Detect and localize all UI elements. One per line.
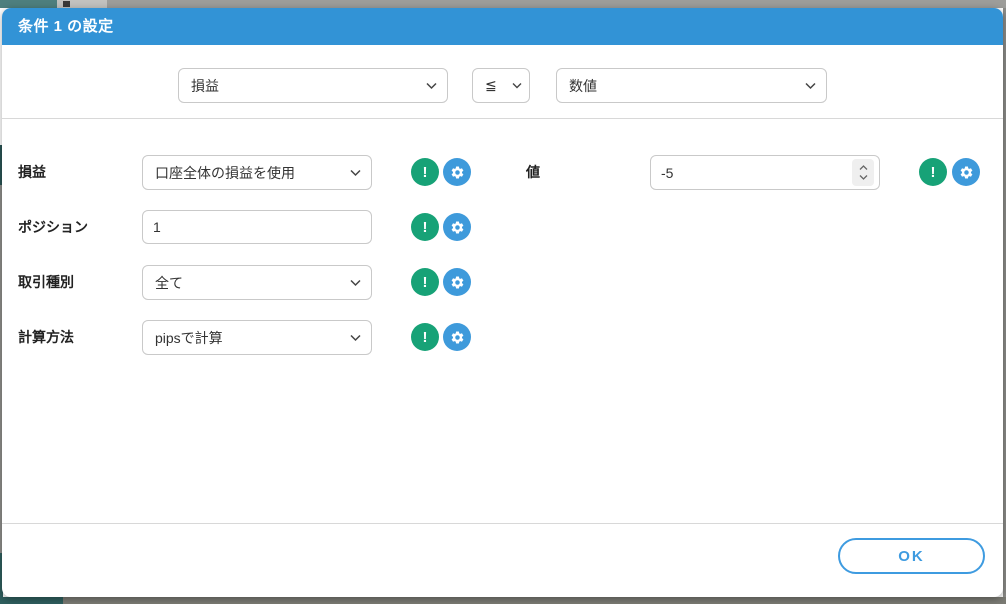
trade-type-info-button[interactable]: ! — [411, 268, 439, 296]
value-settings-button[interactable] — [952, 158, 980, 186]
value-input-wrap — [650, 155, 880, 190]
exclamation-icon: ! — [422, 328, 428, 346]
profit-loss-select-value: 口座全体の損益を使用 — [155, 164, 295, 181]
gear-icon — [960, 165, 972, 178]
chevron-up-icon — [859, 165, 867, 170]
value-label: 値 — [526, 164, 540, 180]
chevron-down-icon — [805, 82, 816, 90]
profit-loss-select[interactable]: 口座全体の損益を使用 — [142, 155, 372, 190]
chevron-down-icon — [512, 82, 522, 89]
trade-type-settings-button[interactable] — [443, 268, 471, 296]
chevron-down-icon — [350, 334, 361, 342]
position-info-button[interactable]: ! — [411, 213, 439, 241]
exclamation-icon: ! — [422, 163, 428, 181]
condition-settings-dialog: 条件 1 の設定 損益 ≦ 数値 損益 口座全体の損益を使用 ! 値 -5 ! … — [2, 8, 1003, 597]
condition-target-select-value: 損益 — [191, 77, 219, 94]
header-section-divider — [2, 118, 1003, 119]
background-app-bottom-strip — [0, 597, 1006, 604]
ok-button[interactable]: OK — [838, 538, 985, 574]
gear-icon — [451, 165, 463, 178]
exclamation-icon: ! — [422, 218, 428, 236]
screen: 条件 1 の設定 損益 ≦ 数値 損益 口座全体の損益を使用 ! 値 -5 ! … — [0, 0, 1006, 604]
calc-method-settings-button[interactable] — [443, 323, 471, 351]
calc-method-select-value: pipsで計算 — [155, 329, 223, 346]
condition-compare-select-value: 数値 — [569, 77, 597, 94]
trade-type-label: 取引種別 — [18, 274, 74, 290]
value-info-button[interactable]: ! — [919, 158, 947, 186]
profit-loss-info-button[interactable]: ! — [411, 158, 439, 186]
background-app-glyph — [63, 1, 70, 7]
chevron-down-icon — [350, 169, 361, 177]
profit-loss-settings-button[interactable] — [443, 158, 471, 186]
condition-operator-select[interactable]: ≦ — [472, 68, 530, 103]
background-teal-segment — [0, 0, 57, 8]
exclamation-icon: ! — [930, 163, 936, 181]
gear-icon — [451, 220, 463, 233]
condition-operator-select-value: ≦ — [485, 77, 497, 93]
trade-type-select-value: 全て — [155, 274, 183, 291]
position-label: ポジション — [18, 219, 88, 235]
background-app-top-strip — [0, 0, 1006, 8]
chevron-down-icon — [859, 175, 867, 180]
chevron-down-icon — [350, 279, 361, 287]
footer-divider — [2, 523, 1003, 524]
dialog-title: 条件 1 の設定 — [18, 18, 114, 35]
value-spinner[interactable] — [852, 159, 874, 186]
calc-method-select[interactable]: pipsで計算 — [142, 320, 372, 355]
background-teal-segment — [0, 597, 63, 604]
calc-method-info-button[interactable]: ! — [411, 323, 439, 351]
condition-target-select[interactable]: 損益 — [178, 68, 448, 103]
position-settings-button[interactable] — [443, 213, 471, 241]
value-input[interactable] — [650, 155, 880, 190]
condition-compare-select[interactable]: 数値 — [556, 68, 827, 103]
gear-icon — [451, 330, 463, 343]
exclamation-icon: ! — [422, 273, 428, 291]
profit-loss-label: 損益 — [18, 164, 46, 180]
calc-method-label: 計算方法 — [18, 329, 74, 345]
chevron-down-icon — [426, 82, 437, 90]
position-input[interactable] — [142, 210, 372, 244]
trade-type-select[interactable]: 全て — [142, 265, 372, 300]
dialog-header: 条件 1 の設定 — [2, 8, 1003, 45]
gear-icon — [451, 275, 463, 288]
